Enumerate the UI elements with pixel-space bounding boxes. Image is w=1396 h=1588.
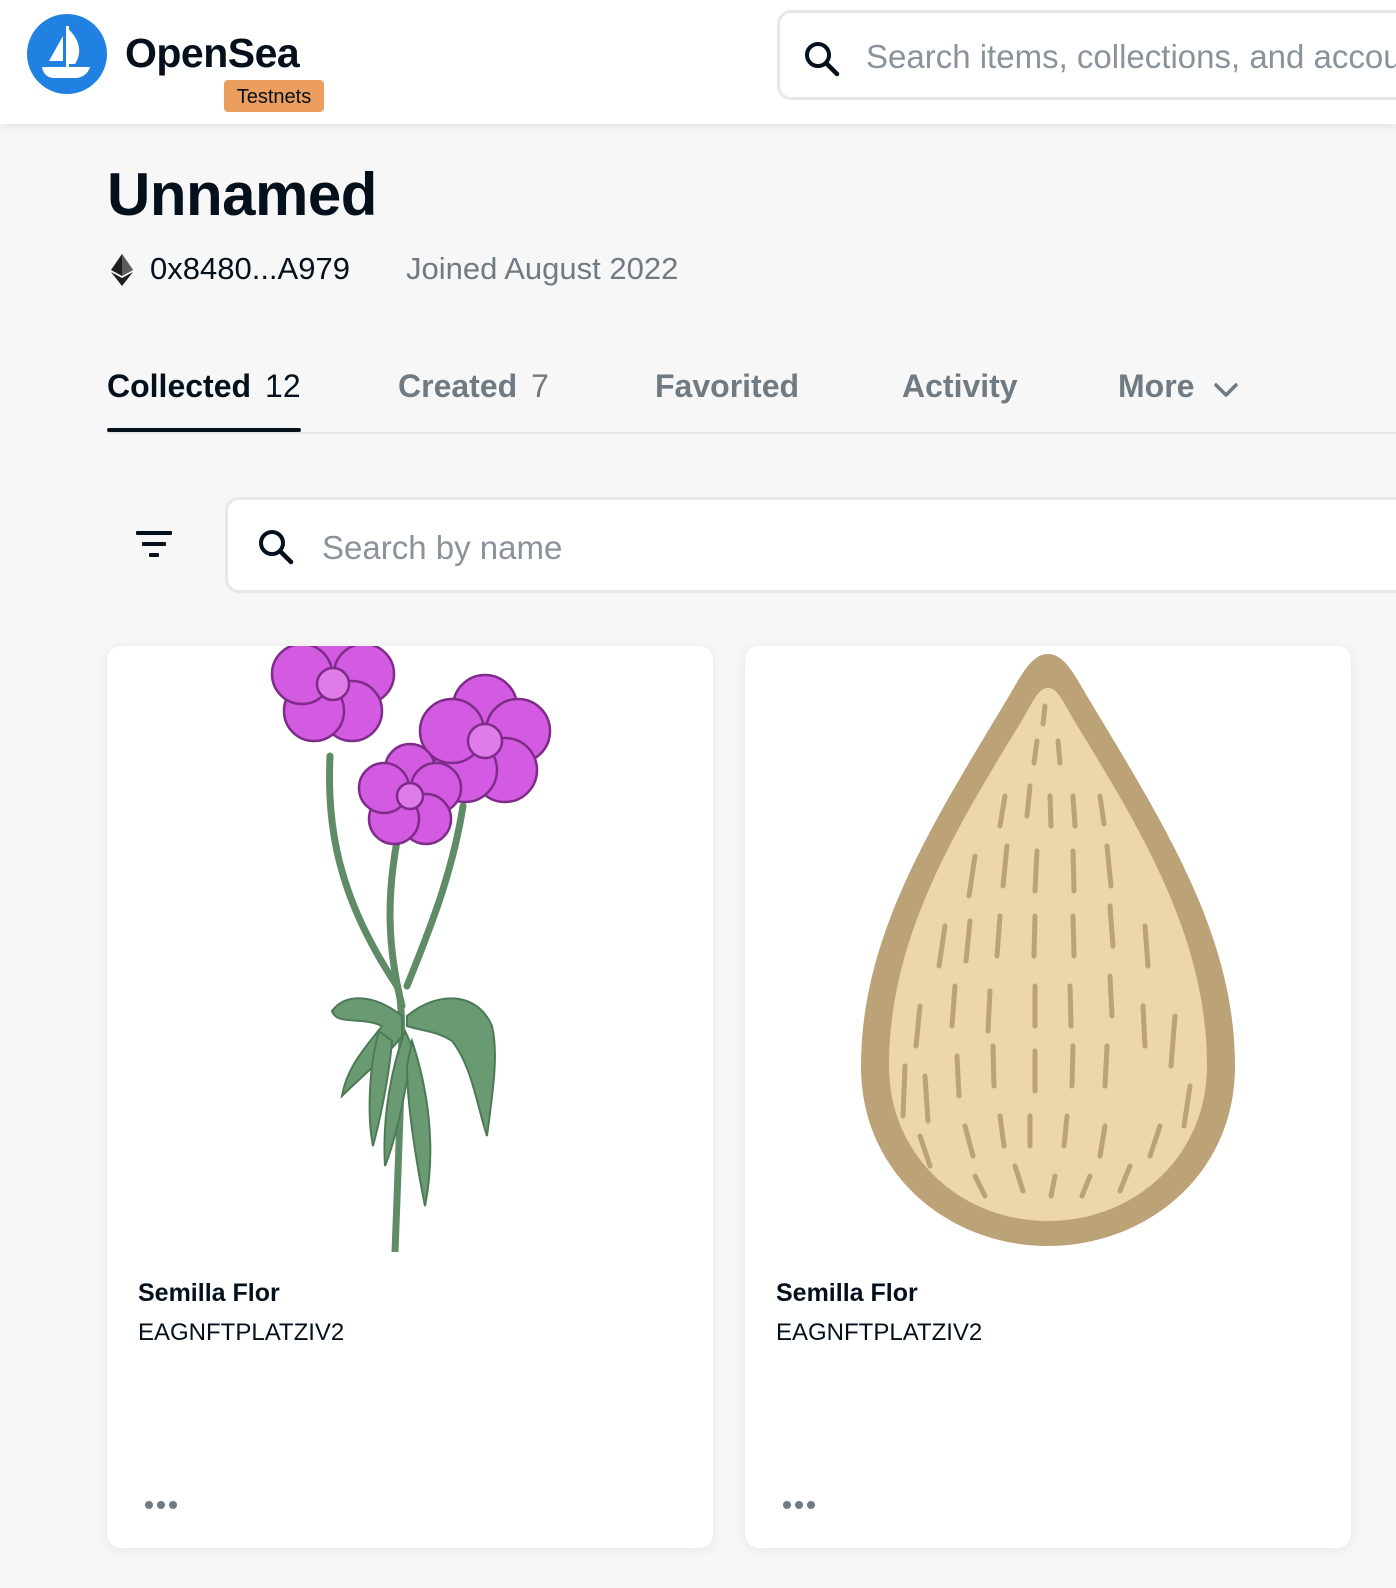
nft-card[interactable]: Semilla Flor EAGNFTPLATZIV2 <box>107 646 713 1548</box>
ethereum-icon <box>109 253 135 292</box>
top-nav: OpenSea Testnets <box>0 0 1396 124</box>
tab-favorited[interactable]: Favorited <box>655 368 799 430</box>
nft-title: Semilla Flor <box>776 1279 918 1307</box>
search-icon <box>256 527 296 572</box>
nft-image-pink-flowers <box>107 646 713 1256</box>
brand-name[interactable]: OpenSea <box>125 30 300 77</box>
nft-title: Semilla Flor <box>138 1279 280 1307</box>
wallet-address[interactable]: 0x8480...A979 <box>150 251 350 287</box>
more-options-icon[interactable] <box>779 1494 819 1516</box>
profile-name: Unnamed <box>107 161 377 228</box>
testnets-badge: Testnets <box>224 80 324 112</box>
tab-more[interactable]: More <box>1118 368 1239 430</box>
nft-collection[interactable]: EAGNFTPLATZIV2 <box>138 1319 344 1347</box>
tab-label: More <box>1118 368 1195 404</box>
global-search-input[interactable] <box>864 33 1396 81</box>
profile-tabs: Collected 12 Created 7 Favorited Activity … <box>107 360 1396 434</box>
nft-image-seed <box>745 646 1351 1252</box>
tab-created[interactable]: Created 7 <box>398 368 549 430</box>
more-options-icon[interactable] <box>141 1494 181 1516</box>
global-search <box>777 10 1396 100</box>
search-by-name <box>225 497 1396 593</box>
tab-label: Favorited <box>655 368 800 404</box>
tab-count: 7 <box>531 368 549 404</box>
tab-label: Activity <box>902 368 1018 404</box>
tab-label: Created <box>398 368 518 404</box>
search-icon <box>802 39 842 84</box>
chevron-down-icon <box>1213 370 1239 407</box>
nft-collection[interactable]: EAGNFTPLATZIV2 <box>776 1319 982 1347</box>
opensea-logo-icon[interactable] <box>27 14 107 94</box>
tab-activity[interactable]: Activity <box>902 368 1018 430</box>
filter-icon <box>136 531 172 557</box>
filter-button[interactable] <box>122 515 186 575</box>
tab-count: 12 <box>265 368 301 404</box>
nft-card[interactable]: Semilla Flor EAGNFTPLATZIV2 <box>745 646 1351 1548</box>
name-search-input[interactable] <box>320 524 1324 572</box>
tab-label: Collected <box>107 368 252 404</box>
tab-collected[interactable]: Collected 12 <box>107 368 301 432</box>
joined-date: Joined August 2022 <box>406 251 679 286</box>
